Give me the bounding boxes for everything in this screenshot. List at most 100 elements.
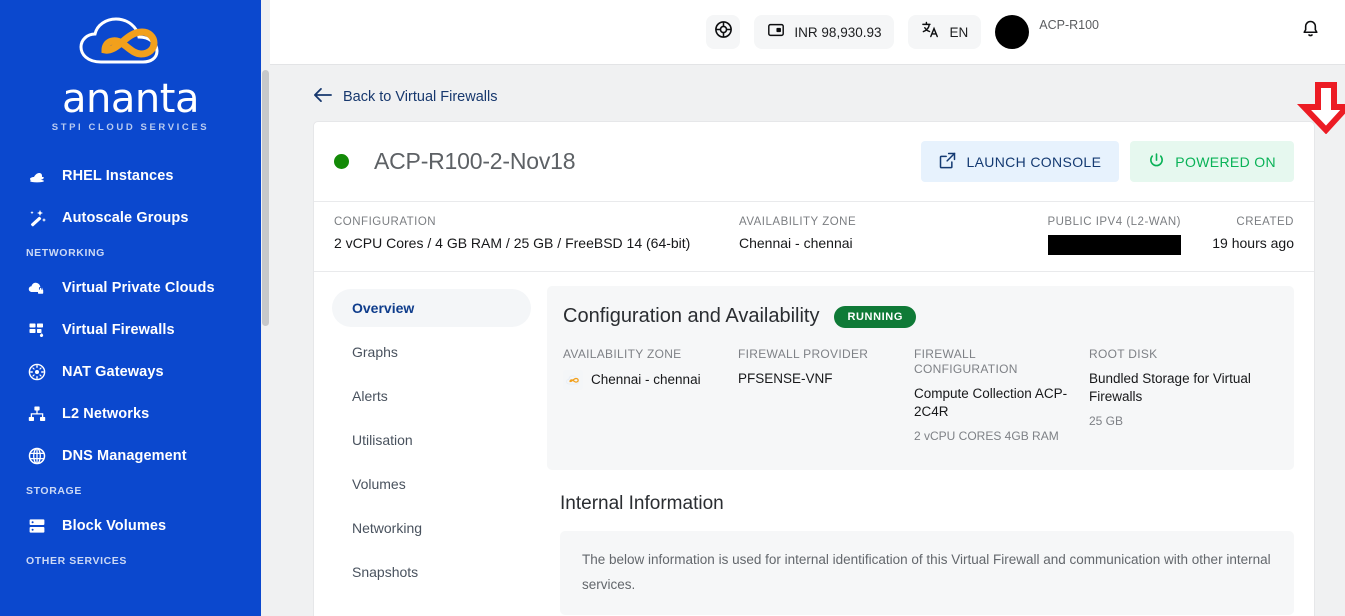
network-tree-icon [26, 403, 48, 425]
brand-tagline: STPI CLOUD SERVICES [51, 122, 210, 133]
sidebar-item-nat-gateways[interactable]: NAT Gateways [0, 351, 261, 393]
lifebuoy-icon [714, 20, 733, 44]
tab-overview[interactable]: Overview [332, 289, 531, 327]
sidebar-item-label: Block Volumes [62, 518, 167, 534]
sidebar-item-label: DNS Management [62, 448, 187, 464]
cloud-lock-icon [26, 277, 48, 299]
brand-logo[interactable]: ananta STPI CLOUD SERVICES [0, 0, 261, 133]
tab-label: Utilisation [352, 432, 413, 448]
sidebar-nav: RHEL Instances Autoscale Groups NETWORKI… [0, 155, 261, 575]
wallet-icon [767, 21, 785, 44]
resource-card: ACP-R100-2-Nov18 LAUNCH CONSOLE POWERED … [313, 121, 1315, 616]
arrow-left-icon [313, 87, 332, 107]
info-key: CONFIGURATION [334, 216, 437, 228]
sidebar-section-storage: STORAGE [26, 485, 82, 497]
spec-value-row: Chennai - chennai [563, 370, 724, 390]
language-selector[interactable]: EN [908, 15, 982, 49]
help-button[interactable] [706, 15, 741, 49]
spec-key: AVAILABILITY ZONE [563, 347, 682, 361]
app-root: ananta STPI CLOUD SERVICES RHEL Instance… [0, 0, 1345, 616]
sidebar-scrollbar-thumb[interactable] [262, 70, 269, 326]
spec-firewall-provider: FIREWALL PROVIDER PFSENSE-VNF [738, 347, 914, 444]
panel-title: Configuration and Availability [563, 305, 820, 327]
sidebar-item-label: Virtual Firewalls [62, 322, 175, 338]
spec-value: PFSENSE-VNF [738, 371, 833, 386]
resource-header: ACP-R100-2-Nov18 LAUNCH CONSOLE POWERED … [314, 122, 1314, 201]
launch-console-button[interactable]: LAUNCH CONSOLE [921, 141, 1120, 182]
tab-alerts[interactable]: Alerts [332, 377, 531, 415]
rhel-hat-icon [26, 165, 48, 187]
wallet-balance-text: INR 98,930.93 [794, 24, 882, 40]
info-value: 2 vCPU Cores / 4 GB RAM / 25 GB / FreeBS… [334, 235, 691, 251]
info-key: PUBLIC IPV4 (L2-WAN) [1047, 216, 1181, 228]
translate-icon [921, 20, 940, 44]
internal-information-note: The below information is used for intern… [560, 531, 1294, 615]
sidebar-item-block-volumes[interactable]: Block Volumes [0, 505, 261, 547]
tab-utilisation[interactable]: Utilisation [332, 421, 531, 459]
info-public-ipv4: PUBLIC IPV4 (L2-WAN) [991, 216, 1181, 255]
power-status-label: POWERED ON [1175, 153, 1276, 170]
info-value-redacted [991, 235, 1181, 255]
nat-gateway-icon [26, 361, 48, 383]
status-dot [334, 154, 349, 169]
resource-panels: Configuration and Availability RUNNING A… [547, 286, 1294, 615]
resource-body: Overview Graphs Alerts Utilisation Volum… [314, 271, 1314, 616]
resource-title-row: ACP-R100-2-Nov18 [334, 148, 576, 175]
account-menu[interactable]: ACP-R100 [995, 15, 1099, 49]
topbar: INR 98,930.93 EN ACP-R100 [270, 0, 1345, 65]
sidebar-item-label: NAT Gateways [62, 364, 164, 380]
sidebar-item-dns-management[interactable]: DNS Management [0, 435, 261, 477]
status-badge: RUNNING [834, 305, 917, 328]
ananta-logo-icon [71, 16, 191, 78]
back-to-virtual-firewalls-link[interactable]: Back to Virtual Firewalls [313, 87, 497, 107]
info-configuration: CONFIGURATION 2 vCPU Cores / 4 GB RAM / … [334, 216, 739, 255]
language-label: EN [949, 24, 969, 40]
sidebar-item-virtual-private-clouds[interactable]: Virtual Private Clouds [0, 267, 261, 309]
spec-key: ROOT DISK [1089, 347, 1158, 361]
spec-grid: AVAILABILITY ZONE Chennai - chennai FIRE… [563, 347, 1272, 444]
wallet-balance-button[interactable]: INR 98,930.93 [754, 15, 895, 49]
configuration-availability-panel: Configuration and Availability RUNNING A… [547, 286, 1294, 470]
bell-icon [1300, 19, 1321, 45]
info-value: 19 hours ago [1212, 235, 1294, 251]
info-key: AVAILABILITY ZONE [739, 216, 857, 228]
power-status-button[interactable]: POWERED ON [1130, 141, 1294, 182]
tab-snapshots[interactable]: Snapshots [332, 553, 531, 591]
back-link-label: Back to Virtual Firewalls [343, 89, 498, 105]
spec-value: Chennai - chennai [591, 372, 701, 387]
sidebar-item-rhel-instances[interactable]: RHEL Instances [0, 155, 261, 197]
info-value: Chennai - chennai [739, 235, 853, 251]
tab-volumes[interactable]: Volumes [332, 465, 531, 503]
sidebar-section-other-services: OTHER SERVICES [26, 555, 127, 567]
sidebar-item-autoscale-groups[interactable]: Autoscale Groups [0, 197, 261, 239]
magic-wand-icon [26, 207, 48, 229]
sidebar-item-l2-networks[interactable]: L2 Networks [0, 393, 261, 435]
block-volume-icon [26, 515, 48, 537]
main-pane: INR 98,930.93 EN ACP-R100 Back to Virtua… [261, 0, 1345, 616]
power-icon [1148, 152, 1165, 172]
spec-key: FIREWALL PROVIDER [738, 347, 869, 361]
tab-graphs[interactable]: Graphs [332, 333, 531, 371]
launch-console-label: LAUNCH CONSOLE [966, 153, 1102, 170]
spec-value: Compute Collection ACP-2C4R [914, 386, 1068, 419]
panel-header: Configuration and Availability RUNNING [563, 305, 1272, 328]
tab-networking[interactable]: Networking [332, 509, 531, 547]
internal-information-title: Internal Information [560, 493, 724, 514]
notifications-button[interactable] [1293, 15, 1327, 49]
resource-actions: LAUNCH CONSOLE POWERED ON [921, 141, 1294, 182]
info-created: CREATED 19 hours ago [1181, 216, 1294, 255]
tab-label: Snapshots [352, 564, 419, 580]
page-title: ACP-R100-2-Nov18 [374, 148, 576, 174]
sidebar-item-virtual-firewalls[interactable]: Virtual Firewalls [0, 309, 261, 351]
spec-subvalue: 2 vCPU CORES 4GB RAM [914, 429, 1059, 443]
sidebar-section-networking: NETWORKING [26, 247, 105, 259]
spec-subvalue: 25 GB [1089, 414, 1124, 428]
sidebar-item-label: L2 Networks [62, 406, 150, 422]
avatar [995, 15, 1030, 49]
tab-label: Volumes [352, 476, 406, 492]
info-availability-zone: AVAILABILITY ZONE Chennai - chennai [739, 216, 991, 255]
resource-info-row: CONFIGURATION 2 vCPU Cores / 4 GB RAM / … [314, 201, 1314, 271]
sidebar-item-label: Virtual Private Clouds [62, 280, 215, 296]
globe-icon [26, 445, 48, 467]
tab-label: Networking [352, 520, 423, 536]
